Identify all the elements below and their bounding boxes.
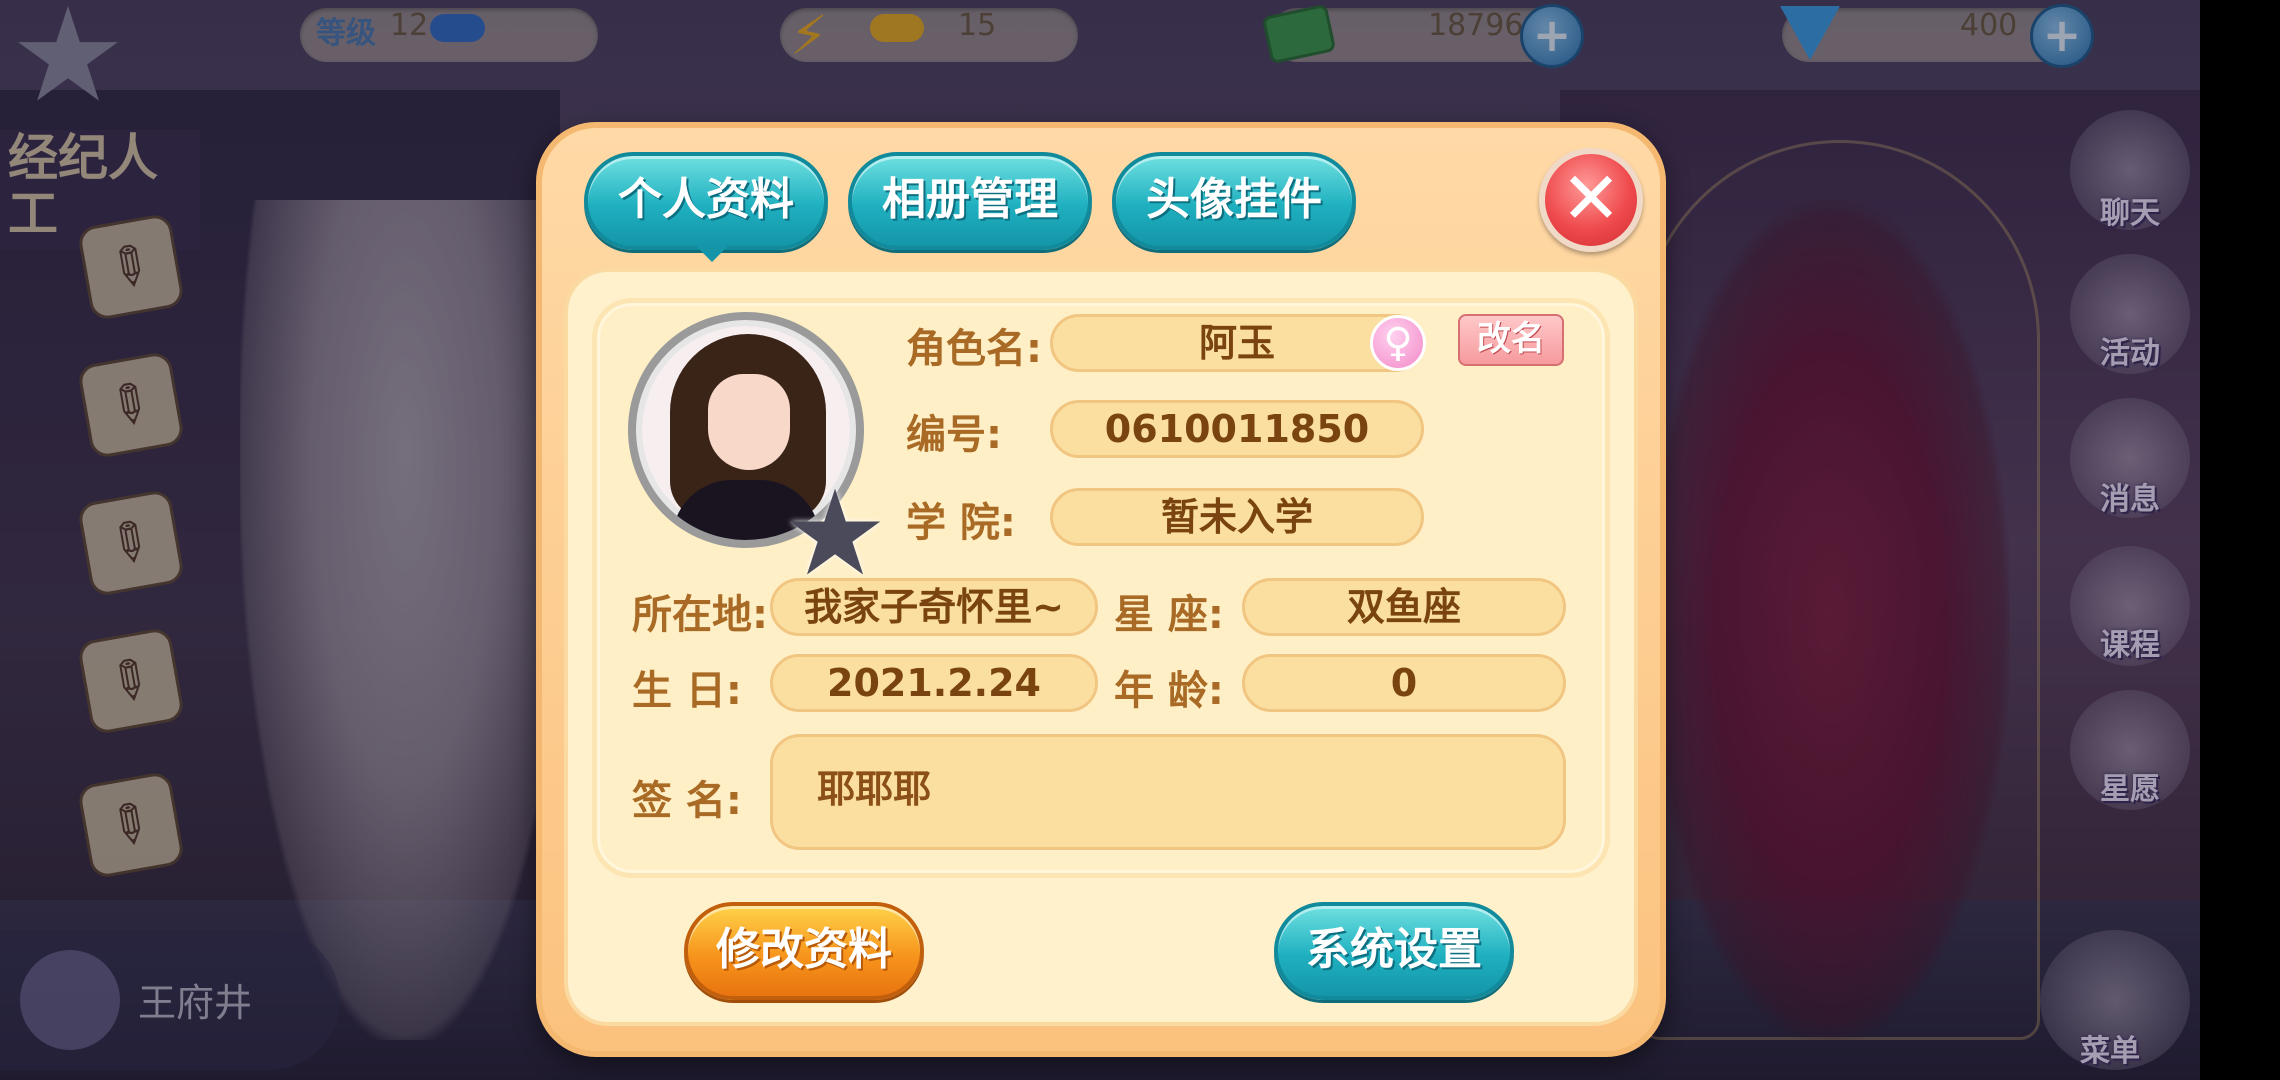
tab-avatar-pendant[interactable]: 头像挂件 <box>1112 152 1356 250</box>
college-field: 暂未入学 <box>1050 488 1424 546</box>
tab-album[interactable]: 相册管理 <box>848 152 1092 250</box>
birthday-label: 生 日: <box>632 668 742 714</box>
constellation-label: 星 座: <box>1114 592 1224 638</box>
edit-profile-button[interactable]: 修改资料 <box>684 902 924 1000</box>
close-button[interactable]: ✕ <box>1539 148 1643 252</box>
system-settings-button[interactable]: 系统设置 <box>1274 902 1514 1000</box>
constellation-field: 双鱼座 <box>1242 578 1566 636</box>
location-field: 我家子奇怀里~ <box>770 578 1098 636</box>
avatar-face <box>708 374 790 470</box>
star-rank-icon: ★ <box>782 464 888 602</box>
role-name-field: 阿玉 <box>1050 314 1424 372</box>
tab-profile[interactable]: 个人资料 <box>584 152 828 250</box>
active-tab-pointer <box>696 246 728 262</box>
college-label: 学 院: <box>906 500 1016 546</box>
rename-button[interactable]: 改名 <box>1458 314 1564 366</box>
location-field-label: 所在地: <box>632 592 768 638</box>
age-field: 0 <box>1242 654 1566 712</box>
signature-label: 签 名: <box>632 778 742 824</box>
id-field: 0610011850 <box>1050 400 1424 458</box>
role-name-label: 角色名: <box>906 326 1042 372</box>
age-label: 年 龄: <box>1114 668 1224 714</box>
id-label: 编号: <box>906 412 1002 458</box>
signature-field: 耶耶耶 <box>770 734 1566 850</box>
female-gender-icon: ♀ <box>1370 315 1426 371</box>
profile-dialog: 个人资料 相册管理 头像挂件 ✕ ★ 角色名: 阿玉 ♀ 改名 编号: 0610… <box>536 122 1666 1057</box>
birthday-field: 2021.2.24 <box>770 654 1098 712</box>
